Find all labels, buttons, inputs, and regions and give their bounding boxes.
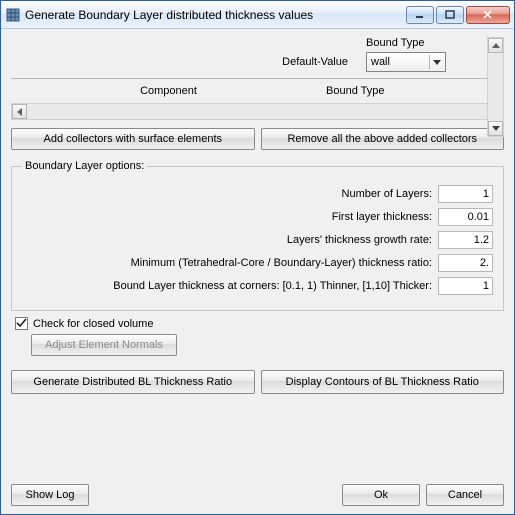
- bound-type-header: Bound Type: [366, 37, 486, 49]
- corners-input[interactable]: [438, 277, 493, 295]
- remove-collectors-button[interactable]: Remove all the above added collectors: [261, 128, 505, 150]
- column-header-component: Component: [11, 85, 326, 97]
- horizontal-scrollbar[interactable]: [11, 103, 504, 120]
- column-header-bound-type: Bound Type: [326, 85, 486, 97]
- min-ratio-label: Minimum (Tetrahedral-Core / Boundary-Lay…: [22, 257, 432, 269]
- dialog-title: Generate Boundary Layer distributed thic…: [25, 8, 406, 22]
- chevron-down-icon: [429, 55, 443, 69]
- close-button[interactable]: [466, 6, 510, 24]
- vertical-scrollbar[interactable]: [487, 37, 504, 137]
- check-closed-volume[interactable]: Check for closed volume: [15, 317, 504, 330]
- app-icon: [5, 7, 21, 23]
- generate-ratio-button[interactable]: Generate Distributed BL Thickness Ratio: [11, 370, 255, 394]
- boundary-layer-fieldset: Boundary Layer options: Number of Layers…: [11, 160, 504, 311]
- check-closed-label: Check for closed volume: [33, 318, 153, 330]
- growth-rate-label: Layers' thickness growth rate:: [22, 234, 432, 246]
- scroll-down-button[interactable]: [488, 121, 503, 136]
- fieldset-legend: Boundary Layer options:: [22, 160, 147, 172]
- minimize-button[interactable]: [406, 6, 434, 24]
- corners-label: Bound Layer thickness at corners: [0.1, …: [22, 280, 432, 292]
- num-layers-label: Number of Layers:: [22, 188, 432, 200]
- add-collectors-button[interactable]: Add collectors with surface elements: [11, 128, 255, 150]
- first-thickness-label: First layer thickness:: [22, 211, 432, 223]
- checkbox-icon: [15, 317, 28, 330]
- show-log-button[interactable]: Show Log: [11, 484, 89, 506]
- min-ratio-input[interactable]: [438, 254, 493, 272]
- scroll-left-button[interactable]: [12, 104, 27, 119]
- client-area: Bound Type Default-Value wall Component …: [1, 29, 514, 514]
- titlebar[interactable]: Generate Boundary Layer distributed thic…: [1, 1, 514, 29]
- ok-button[interactable]: Ok: [342, 484, 420, 506]
- scroll-up-button[interactable]: [488, 38, 503, 53]
- dialog-window: Generate Boundary Layer distributed thic…: [0, 0, 515, 515]
- combo-value: wall: [371, 56, 390, 68]
- display-contours-button[interactable]: Display Contours of BL Thickness Ratio: [261, 370, 505, 394]
- bound-type-combo[interactable]: wall: [366, 52, 446, 72]
- default-value-label: Default-Value: [11, 56, 348, 68]
- growth-rate-input[interactable]: [438, 231, 493, 249]
- num-layers-input[interactable]: [438, 185, 493, 203]
- first-thickness-input[interactable]: [438, 208, 493, 226]
- collector-section: Bound Type Default-Value wall Component …: [11, 37, 504, 120]
- cancel-button[interactable]: Cancel: [426, 484, 504, 506]
- adjust-normals-button[interactable]: Adjust Element Normals: [31, 334, 177, 356]
- maximize-button[interactable]: [436, 6, 464, 24]
